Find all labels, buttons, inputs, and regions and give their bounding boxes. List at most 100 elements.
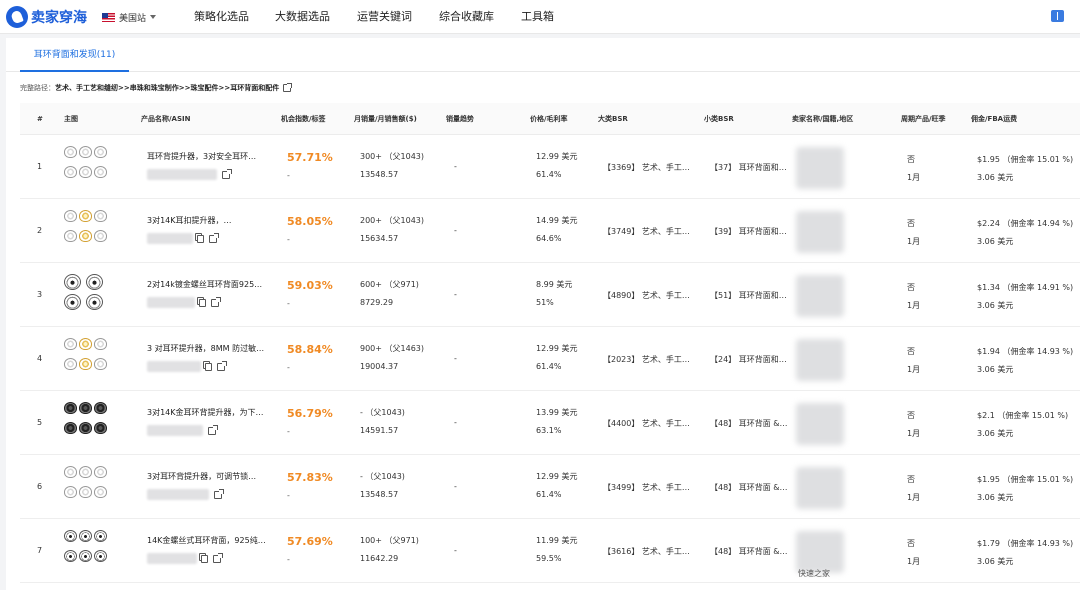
commission: $1.95 （佣金率 15.01 %)	[977, 155, 1074, 164]
table-row[interactable]: 1 耳环背提升器，3对安全耳环… 57.71% - 300+ （父1043) 13548.…	[20, 135, 1080, 199]
seller-redacted	[796, 531, 844, 573]
gross-margin: 61.4%	[536, 490, 562, 499]
price: 11.99 美元	[536, 536, 578, 545]
asin-field	[147, 168, 232, 181]
earring-back-icon	[64, 486, 77, 498]
external-link-icon[interactable]	[213, 552, 223, 563]
external-link-icon[interactable]	[222, 168, 232, 179]
category-path: 完整路径： 艺术、手工艺和缝纫>>串珠和珠宝制作>>珠宝配件>>耳环背面和配件	[20, 82, 293, 94]
earring-back-icon	[64, 358, 77, 370]
product-title[interactable]: 耳环背提升器，3对安全耳环…	[147, 151, 256, 162]
external-link-icon[interactable]	[208, 424, 218, 435]
sub-category-bsr[interactable]: 【39】 耳环背面和…	[710, 226, 787, 237]
earring-back-icon	[86, 294, 103, 310]
fba-fee: 3.06 美元	[977, 173, 1014, 182]
product-image[interactable]	[64, 272, 110, 316]
monthly-revenue: 14591.57	[360, 426, 399, 435]
product-title[interactable]: 3对14K金耳环背提升器，为下…	[147, 407, 264, 418]
opportunity-score: 59.03%	[287, 279, 333, 292]
sub-category-bsr[interactable]: 【48】 耳环背面 &…	[710, 546, 788, 557]
sub-category-bsr[interactable]: 【48】 耳环背面 &…	[710, 418, 788, 429]
fba-fee: 3.06 美元	[977, 237, 1014, 246]
th-opportunity[interactable]: 机会指数/标签	[281, 103, 326, 135]
th-monthly-sales[interactable]: 月销量/月销售额($)	[354, 103, 417, 135]
th-index: #	[37, 115, 43, 123]
product-image[interactable]	[64, 144, 110, 188]
earring-back-icon	[94, 422, 107, 434]
th-price-margin[interactable]: 价格/毛利率	[530, 103, 568, 135]
product-title[interactable]: 14K金螺丝式耳环背面，925纯…	[147, 535, 266, 546]
product-image[interactable]	[64, 208, 110, 252]
main-category-bsr[interactable]: 【3616】 艺术、手工…	[603, 546, 690, 557]
sub-category-bsr[interactable]: 【51】 耳环背面和…	[710, 290, 787, 301]
sub-category-bsr[interactable]: 【37】 耳环背面和…	[710, 162, 787, 173]
copy-icon[interactable]	[199, 298, 206, 307]
seller-redacted	[796, 403, 844, 445]
sub-category-bsr[interactable]: 【48】 耳环背面 &…	[710, 482, 788, 493]
table-row[interactable]: 2 3对14K耳扣提升器，… 58.05% - 200+ （父1043) 15634.57…	[20, 199, 1080, 263]
product-title[interactable]: 3 对耳环提升器，8MM 防过敏…	[147, 343, 264, 354]
external-link-icon[interactable]	[217, 360, 227, 371]
book-icon[interactable]	[1051, 10, 1064, 22]
th-main-bsr[interactable]: 大类BSR	[598, 103, 628, 135]
table-row[interactable]: 7 14K金螺丝式耳环背面，925纯… 57.69% - 100+ （父971) 1164…	[20, 519, 1080, 583]
table-row[interactable]: 3 2对14k镀金螺丝耳环背面925… 59.03% - 600+ （父971) 8729…	[20, 263, 1080, 327]
sales-trend: -	[454, 354, 457, 363]
row-index: 4	[37, 354, 43, 363]
gross-margin: 51%	[536, 298, 554, 307]
cycle-product: 否	[907, 155, 915, 164]
earring-back-icon	[94, 338, 107, 350]
product-title[interactable]: 2对14k镀金螺丝耳环背面925…	[147, 279, 262, 290]
commission: $1.95 （佣金率 15.01 %)	[977, 475, 1074, 484]
nav-strategic-selection[interactable]: 策略化选品	[194, 8, 249, 26]
main-category-bsr[interactable]: 【4400】 艺术、手工…	[603, 418, 690, 429]
product-image[interactable]	[64, 400, 110, 444]
cycle-product: 否	[907, 411, 915, 420]
asin-redacted	[147, 489, 209, 500]
external-link-icon[interactable]	[214, 488, 224, 499]
seller-redacted	[796, 147, 844, 189]
product-image[interactable]	[64, 464, 110, 508]
product-title[interactable]: 3对14K耳扣提升器，…	[147, 215, 232, 226]
copy-icon[interactable]	[197, 234, 204, 243]
site-selector[interactable]: 美国站	[102, 10, 157, 24]
copy-icon[interactable]	[205, 362, 212, 371]
nav-toolbox[interactable]: 工具箱	[521, 8, 554, 26]
earring-back-icon	[79, 530, 92, 542]
copy-icon[interactable]	[201, 554, 208, 563]
external-link-icon[interactable]	[211, 296, 221, 307]
commission: $1.34 （佣金率 14.91 %)	[977, 283, 1074, 292]
monthly-sales: 200+ （父1043)	[360, 216, 424, 225]
gross-margin: 61.4%	[536, 170, 562, 179]
main-category-bsr[interactable]: 【3749】 艺术、手工…	[603, 226, 690, 237]
earring-back-icon	[79, 402, 92, 414]
nav-favorites[interactable]: 综合收藏库	[439, 8, 494, 26]
product-image[interactable]	[64, 336, 110, 380]
table-row[interactable]: 5 3对14K金耳环背提升器，为下… 56.79% - - （父1043) 14591.5…	[20, 391, 1080, 455]
nav-operation-keywords[interactable]: 运营关键词	[357, 8, 412, 26]
table-row[interactable]: 6 3对耳环背提升器，可调节锁… 57.83% - - （父1043) 13548.57 -…	[20, 455, 1080, 519]
brand-logo[interactable]: 卖家穿海	[6, 6, 87, 28]
product-image[interactable]	[64, 528, 110, 572]
opportunity-score: 58.05%	[287, 215, 333, 228]
product-title[interactable]: 3对耳环背提升器，可调节锁…	[147, 471, 256, 482]
monthly-revenue: 11642.29	[360, 554, 399, 563]
earring-back-icon	[79, 486, 92, 498]
sales-trend: -	[454, 162, 457, 171]
main-category-bsr[interactable]: 【2023】 艺术、手工…	[603, 354, 690, 365]
tab-earring-backs[interactable]: 耳环背面和发现(11)	[20, 38, 129, 72]
main-category-bsr[interactable]: 【4890】 艺术、手工…	[603, 290, 690, 301]
external-link-icon[interactable]	[209, 232, 219, 243]
th-commission[interactable]: 佣金/FBA运费	[971, 103, 1017, 135]
table-row[interactable]: 4 3 对耳环提升器，8MM 防过敏… 58.84% - 900+ （父1463) 190…	[20, 327, 1080, 391]
opportunity-tag: -	[287, 171, 290, 180]
sales-trend: -	[454, 226, 457, 235]
sub-category-bsr[interactable]: 【24】 耳环背面和…	[710, 354, 787, 365]
price: 14.99 美元	[536, 216, 578, 225]
th-sub-bsr[interactable]: 小类BSR	[704, 103, 734, 135]
external-link-icon[interactable]	[283, 83, 293, 92]
main-category-bsr[interactable]: 【3499】 艺术、手工…	[603, 482, 690, 493]
main-category-bsr[interactable]: 【3369】 艺术、手工…	[603, 162, 690, 173]
row-index: 6	[37, 482, 43, 491]
nav-big-data-selection[interactable]: 大数据选品	[275, 8, 330, 26]
